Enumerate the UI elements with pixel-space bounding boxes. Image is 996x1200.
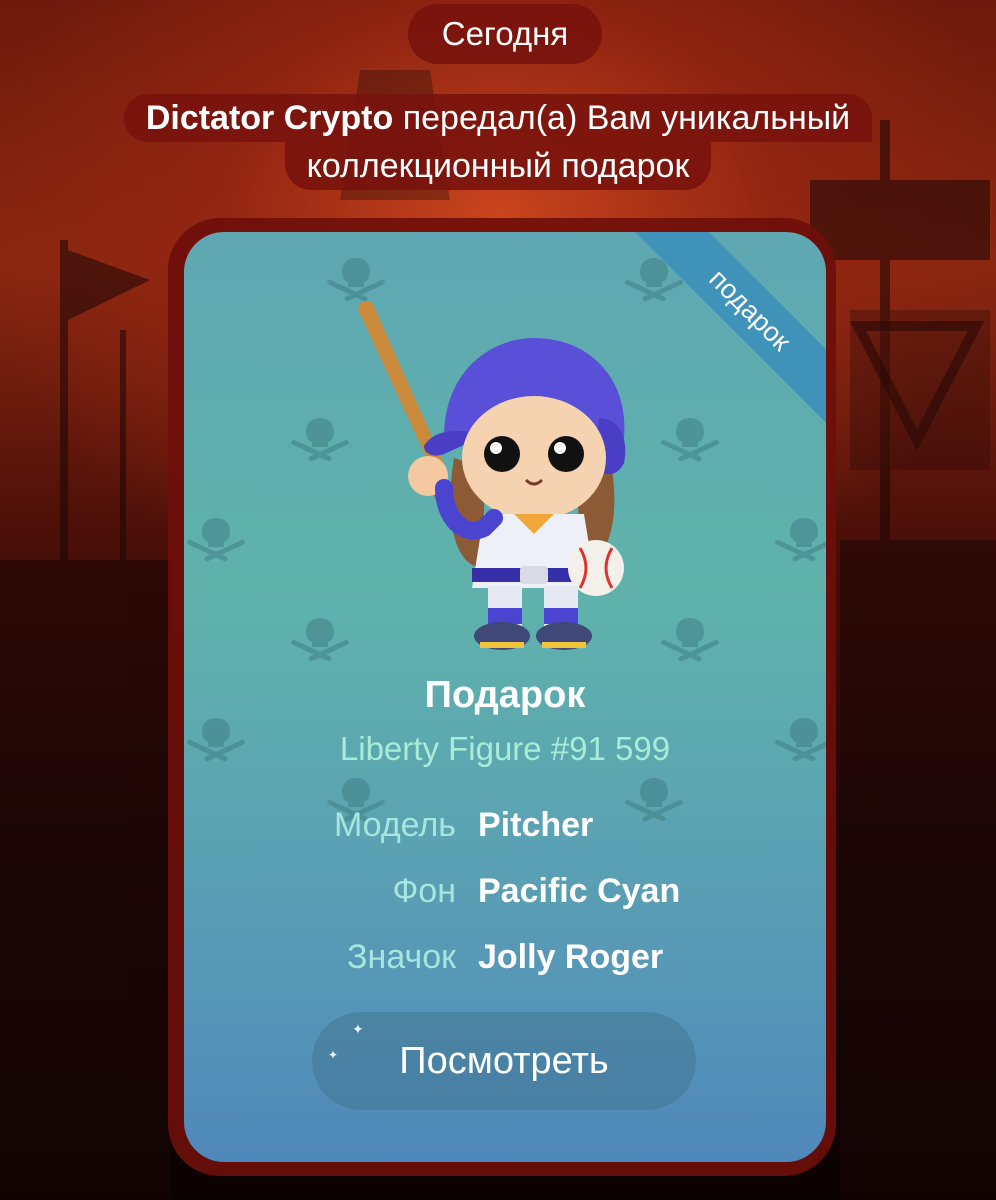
attribute-row-model: Модель Pitcher — [184, 806, 826, 854]
gift-name: Liberty Figure #91 599 — [339, 730, 671, 767]
attribute-row-symbol: Значок Jolly Roger — [184, 938, 826, 986]
attribute-row-backdrop: Фон Pacific Cyan — [184, 872, 826, 920]
service-text-1: передал(а) Вам уникальный — [393, 99, 851, 137]
sparkle-icon: ✦ — [352, 1021, 364, 1037]
attribute-value: Jolly Roger — [478, 938, 664, 976]
attribute-value: Pitcher — [478, 806, 594, 844]
service-message: Dictator Crypto передал(а) Вам уникальны… — [0, 94, 996, 190]
view-gift-button-label: Посмотреть — [399, 1040, 609, 1082]
sparkle-icon: ✦ — [328, 1048, 339, 1062]
service-message-line-1: Dictator Crypto передал(а) Вам уникальны… — [123, 94, 873, 142]
attribute-label: Значок — [347, 938, 456, 976]
gift-title: Подарок — [424, 674, 586, 716]
attribute-value: Pacific Cyan — [478, 872, 681, 910]
service-message-line-2: коллекционный подарок — [284, 142, 712, 190]
attribute-label: Модель — [333, 806, 456, 844]
view-gift-button[interactable]: ✦ ✦ Посмотреть — [312, 1012, 696, 1110]
sender-name[interactable]: Dictator Crypto — [146, 99, 393, 137]
gift-figure-image — [358, 300, 626, 650]
date-separator: Сегодня — [408, 4, 602, 64]
attribute-label: Фон — [392, 872, 456, 910]
service-text-2: коллекционный подарок — [306, 147, 690, 185]
gift-card[interactable]: подарок Подарок Liberty Figure #91 599 М… — [184, 232, 826, 1162]
